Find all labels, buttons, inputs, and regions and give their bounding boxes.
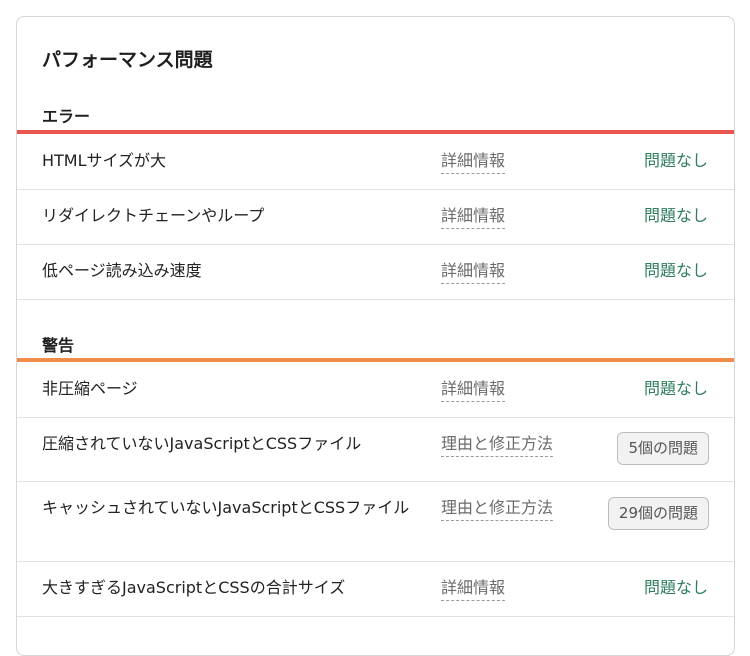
card-title: パフォーマンス問題 <box>42 49 213 71</box>
issue-row: 圧縮されていないJavaScriptとCSSファイル 理由と修正方法 5個の問題 <box>17 418 734 482</box>
details-link[interactable]: 詳細情報 <box>441 149 506 174</box>
issue-label: キャッシュされていないJavaScriptとCSSファイル <box>42 498 410 517</box>
issue-row: リダイレクトチェーンやループ 詳細情報 問題なし <box>17 190 734 245</box>
reason-fix-link[interactable]: 理由と修正方法 <box>441 432 554 457</box>
status-ok: 問題なし <box>643 261 708 280</box>
status-ok: 問題なし <box>643 578 708 597</box>
section-title-errors: エラー <box>42 107 91 126</box>
details-link[interactable]: 詳細情報 <box>441 377 506 402</box>
details-link[interactable]: 詳細情報 <box>441 204 506 229</box>
performance-issues-card: パフォーマンス問題 エラー HTMLサイズが大 詳細情報 問題なし リダイレクト… <box>16 16 735 656</box>
issue-count-badge[interactable]: 5個の問題 <box>617 432 709 465</box>
issue-label: 大きすぎるJavaScriptとCSSの合計サイズ <box>42 578 346 597</box>
issue-label: 低ページ読み込み速度 <box>42 261 202 280</box>
issue-row: 大きすぎるJavaScriptとCSSの合計サイズ 詳細情報 問題なし <box>17 562 734 617</box>
issue-count-badge[interactable]: 29個の問題 <box>607 497 709 530</box>
status-ok: 問題なし <box>643 206 708 225</box>
issue-row: 非圧縮ページ 詳細情報 問題なし <box>17 362 734 418</box>
status-ok: 問題なし <box>643 151 708 170</box>
issue-row: 低ページ読み込み速度 詳細情報 問題なし <box>17 245 734 300</box>
section-title-warnings: 警告 <box>42 336 75 355</box>
issue-row: キャッシュされていないJavaScriptとCSSファイル 理由と修正方法 29… <box>17 482 734 562</box>
issue-label: HTMLサイズが大 <box>42 151 167 170</box>
details-link[interactable]: 詳細情報 <box>441 259 506 284</box>
details-link[interactable]: 詳細情報 <box>441 576 506 601</box>
issue-label: 圧縮されていないJavaScriptとCSSファイル <box>42 434 362 453</box>
issue-label: リダイレクトチェーンやループ <box>42 206 265 225</box>
reason-fix-link[interactable]: 理由と修正方法 <box>441 496 554 521</box>
issue-row: HTMLサイズが大 詳細情報 問題なし <box>17 134 734 190</box>
issue-label: 非圧縮ページ <box>42 379 138 398</box>
status-ok: 問題なし <box>643 379 708 398</box>
